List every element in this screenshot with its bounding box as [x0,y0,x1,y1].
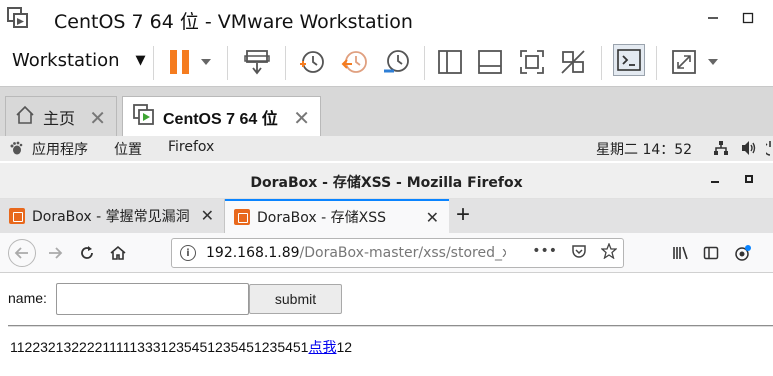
firefox-nav-bar: i 192.168.1.89/DoraBox-master/xss/stored… [0,233,773,273]
close-icon[interactable]: ✕ [293,106,310,131]
power-icon[interactable] [763,140,773,160]
tab-label: DoraBox - 存储XSS [257,210,387,226]
toolbar-divider [656,46,657,80]
browser-tab[interactable]: DoraBox - 掌握常见漏洞 ✕ [0,199,225,233]
dorabox-favicon-icon [234,209,250,225]
new-tab-button[interactable]: + [456,201,470,229]
home-button[interactable] [106,241,130,265]
toolbar-divider [285,46,286,80]
stretch-guest-icon[interactable] [668,46,700,78]
url-actions: ••• [532,242,618,263]
dorabox-favicon-icon [9,208,25,224]
show-thumbnail-bar-icon[interactable] [474,46,506,78]
revert-snapshot-icon[interactable] [338,46,370,78]
gnome-top-bar: 应用程序 位置 Firefox 星期二 14：52 [0,136,773,161]
tab-label: CentOS 7 64 位 [163,111,278,128]
vmware-tab-strip: 主页 ✕ CentOS 7 64 位 ✕ [0,86,773,137]
toolbar-divider [601,46,602,80]
full-screen-icon[interactable] [516,46,548,78]
minimize-button[interactable] [710,171,720,187]
gnome-foot-icon [9,141,23,159]
workstation-menu-label: Workstation [12,50,120,71]
reload-button[interactable] [75,241,99,265]
network-icon[interactable] [713,140,729,160]
tab-label: 主页 [43,111,76,128]
stored-text: 112232132222111113331235451235451235451 [10,339,309,355]
send-ctrl-alt-del-icon[interactable] [241,46,273,78]
pause-button[interactable] [164,46,196,78]
tab-label: DoraBox - 掌握常见漏洞 [32,209,190,225]
show-library-icon[interactable] [434,46,466,78]
chevron-down-icon: ▼ [135,53,146,68]
back-button[interactable] [8,239,36,267]
page-content: name: submit 112232132222111113331235451… [0,274,773,376]
snapshot-icon[interactable] [296,46,328,78]
firefox-menu[interactable]: Firefox [168,139,214,155]
places-menu[interactable]: 位置 [114,139,142,159]
vmware-logo-icon [7,7,29,29]
close-icon[interactable]: ✕ [89,106,106,131]
divider [8,325,773,327]
toolbar-divider [227,46,228,80]
browser-tab-active[interactable]: DoraBox - 存储XSS ✕ [225,199,449,233]
maximize-button[interactable] [735,6,761,30]
clock[interactable]: 星期二 14：52 [596,139,692,159]
tab-home[interactable]: 主页 ✕ [5,96,117,137]
sidebar-icon[interactable] [699,241,723,265]
library-icon[interactable] [669,241,693,265]
toolbar-divider [424,46,425,80]
stored-comment: 112232132222111113331235451235451235451点… [10,337,352,357]
volume-icon[interactable] [741,140,757,160]
stored-suffix: 12 [336,339,353,355]
workstation-menu[interactable]: Workstation ▼ [12,50,146,71]
url-bar[interactable]: i 192.168.1.89/DoraBox-master/xss/stored… [171,238,624,268]
vm-running-icon [133,103,155,131]
forward-button[interactable] [43,241,67,265]
window-title: CentOS 7 64 位 - VMware Workstation [54,11,413,33]
url-text[interactable]: 192.168.1.89/DoraBox-master/xss/stored_x… [206,245,506,261]
minimize-button[interactable] [700,6,726,30]
close-tab-icon[interactable]: ✕ [426,208,439,227]
maximize-button[interactable] [744,171,754,187]
stretch-dropdown-icon[interactable] [703,46,723,78]
unity-icon[interactable] [557,46,589,78]
url-host: 192.168.1.89 [206,245,300,261]
bookmark-star-icon[interactable] [600,242,618,263]
pause-dropdown-icon[interactable] [196,46,216,78]
page-actions-button[interactable]: ••• [532,243,557,263]
close-tab-icon[interactable]: ✕ [201,206,214,225]
firefox-title-bar: DoraBox - 存储XSS - Mozilla Firefox [0,163,773,199]
firefox-tab-strip: DoraBox - 掌握常见漏洞 ✕ DoraBox - 存储XSS ✕ + [0,199,773,233]
snapshot-manager-icon[interactable] [380,46,412,78]
open-menu-icon[interactable] [731,241,755,265]
stored-link[interactable]: 点我 [308,339,336,355]
vmware-toolbar: Workstation ▼ [0,38,773,86]
submit-button[interactable]: submit [249,284,342,314]
site-info-icon[interactable]: i [180,245,196,261]
toolbar-divider [153,46,154,80]
url-path: /DoraBox-master/xss/stored_xss.p [299,245,506,261]
home-icon [15,105,35,130]
console-view-button[interactable] [613,44,645,76]
name-input[interactable] [56,283,249,315]
name-label: name: [8,290,47,306]
applications-menu[interactable]: 应用程序 [32,139,88,159]
firefox-window-title: DoraBox - 存储XSS - Mozilla Firefox [250,175,523,191]
pocket-icon[interactable] [571,243,587,263]
tab-centos-vm[interactable]: CentOS 7 64 位 ✕ [122,96,321,137]
vmware-title-bar: CentOS 7 64 位 - VMware Workstation [0,0,773,38]
